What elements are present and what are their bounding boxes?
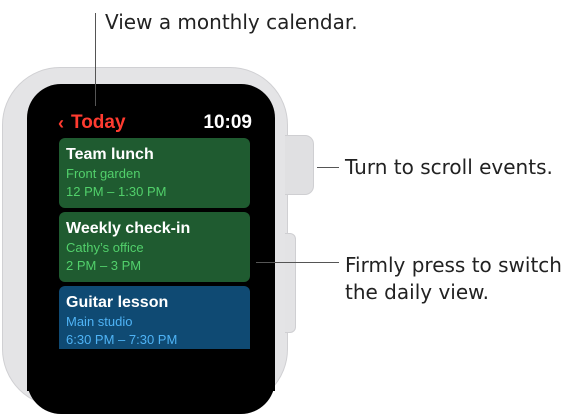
event-location: Main studio <box>66 314 133 329</box>
event-time: 6:30 PM – 7:30 PM <box>66 332 178 347</box>
callout-monthly-calendar: View a monthly calendar. <box>105 10 358 34</box>
back-today-button[interactable]: Today <box>71 111 126 135</box>
event-location: Front garden <box>66 166 141 181</box>
event-title: Team lunch <box>66 146 154 163</box>
leader-line-scroll <box>317 167 339 168</box>
event-title: Guitar lesson <box>66 294 169 311</box>
screen-bottom-edge <box>27 349 275 391</box>
leader-line-press <box>256 262 339 263</box>
chevron-left-icon[interactable]: ‹ <box>58 113 64 133</box>
event-title: Weekly check-in <box>66 220 191 237</box>
event-time: 12 PM – 1:30 PM <box>66 184 167 199</box>
callout-scroll-events: Turn to scroll events. <box>345 155 553 179</box>
event-card[interactable]: Weekly check-in Cathy’s office 2 PM – 3 … <box>59 212 250 282</box>
clock-time: 10:09 <box>203 112 252 133</box>
side-button[interactable] <box>285 233 296 333</box>
callout-press-line-1: Firmly press to switch <box>345 253 562 277</box>
event-location: Cathy’s office <box>66 240 144 255</box>
leader-line-calendar <box>95 13 96 106</box>
callout-press-line-2: the daily view. <box>345 280 490 304</box>
callout-press-switch: Firmly press to switch the daily view. <box>345 252 562 306</box>
digital-crown[interactable] <box>285 135 314 195</box>
event-card[interactable]: Guitar lesson Main studio 6:30 PM – 7:30… <box>59 286 250 356</box>
event-card[interactable]: Team lunch Front garden 12 PM – 1:30 PM <box>59 138 250 208</box>
event-time: 2 PM – 3 PM <box>66 258 142 273</box>
status-bar: ‹ Today 10:09 <box>58 111 252 137</box>
